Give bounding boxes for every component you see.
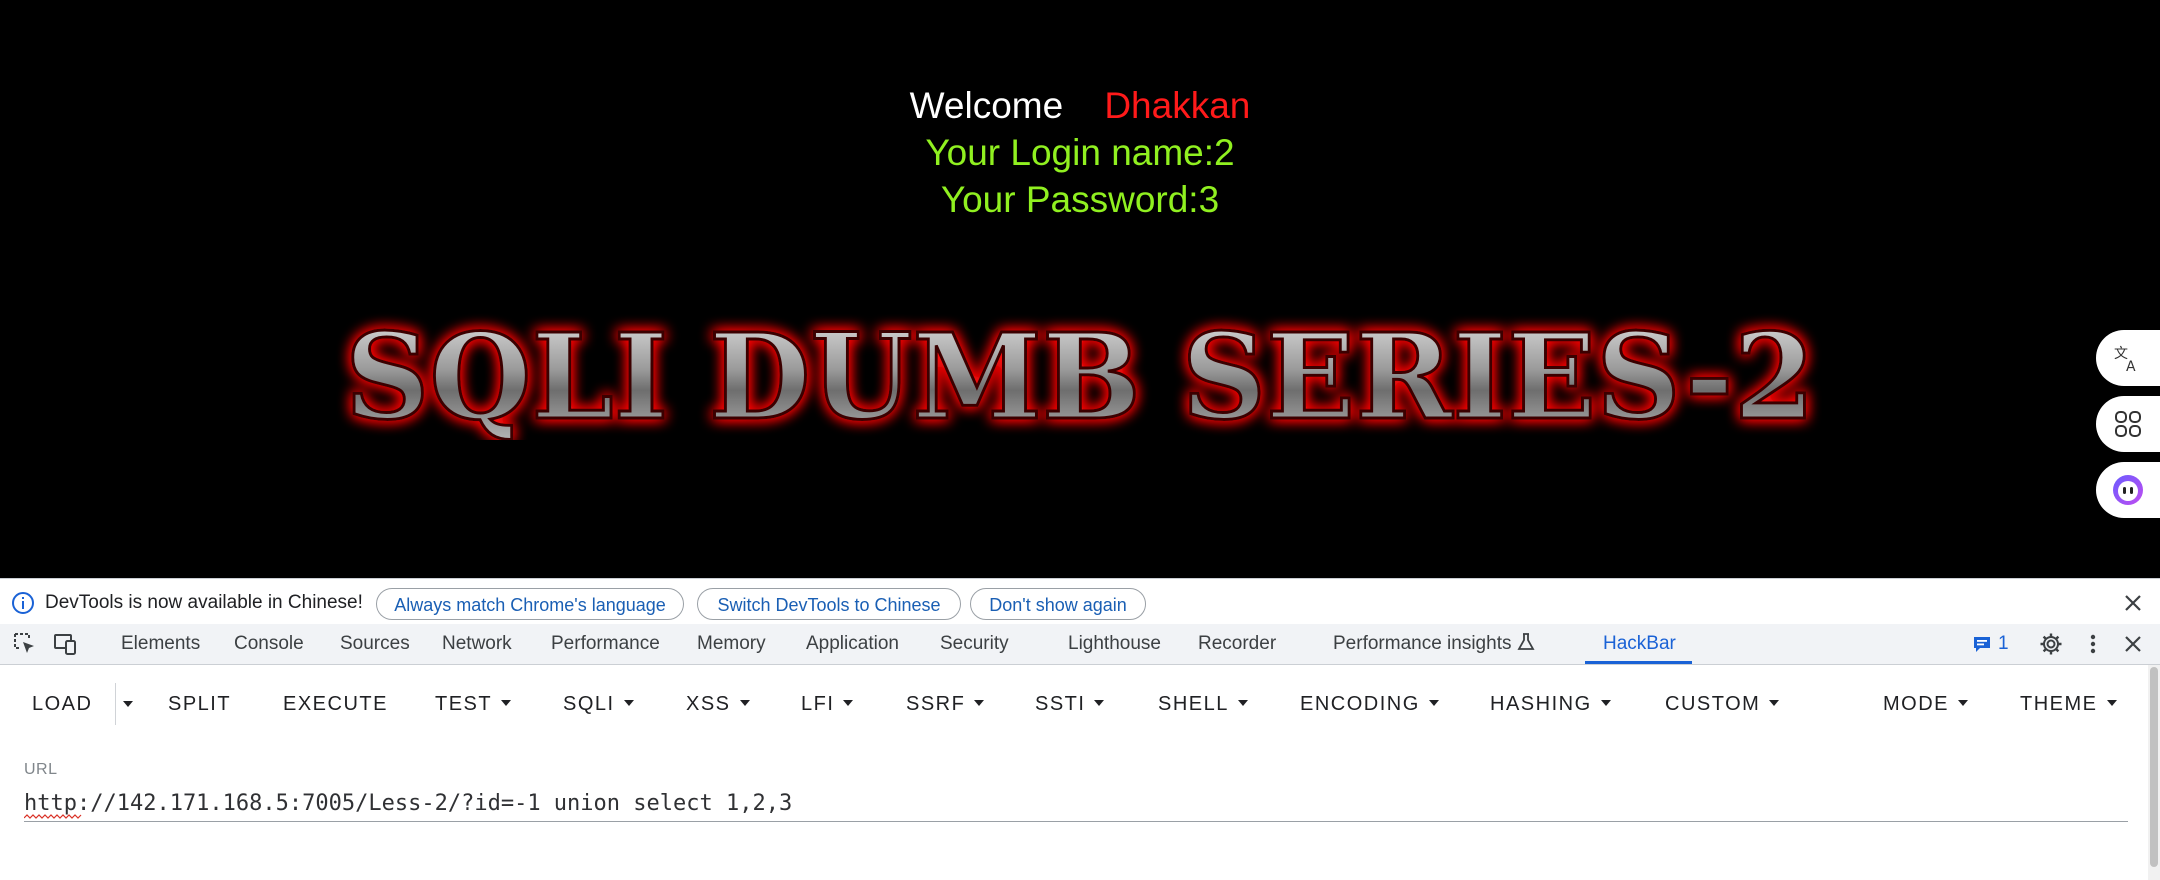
tab-recorder[interactable]: Recorder [1198,624,1276,664]
ssrf-menu-label: SSRF [906,693,966,715]
welcome-word: Welcome [909,85,1064,126]
sqli-menu-button[interactable]: SQLI [563,689,634,719]
web-page: Welcome Dhakkan Your Login name:2 Your P… [0,0,2160,578]
spellcheck-underline [24,814,82,819]
device-toolbar-icon[interactable] [52,631,78,657]
tab-elements[interactable]: Elements [121,624,200,664]
hackbar-panel: LOAD SPLIT EXECUTE TEST SQLI XSS LFI SSR… [0,665,2160,880]
chevron-down-icon [843,699,854,706]
sqli-dumb-series-banner: SQLI DUMB SERIES-2 [344,310,1817,440]
tab-lighthouse[interactable]: Lighthouse [1068,624,1161,664]
custom-menu-button[interactable]: CUSTOM [1665,689,1780,719]
load-button[interactable]: LOAD [32,689,92,719]
devtools-tab-bar: Elements Console Sources Network Perform… [0,624,2160,665]
tab-console[interactable]: Console [234,624,304,664]
infobar-message: DevTools is now available in Chinese! [45,592,363,613]
lfi-menu-label: LFI [801,693,835,715]
welcome-line: Welcome Dhakkan [0,84,2160,128]
test-menu-button[interactable]: TEST [435,689,512,719]
chevron-down-icon [2106,699,2117,706]
apps-icon [2115,411,2141,437]
dont-show-again-button[interactable]: Don't show again [970,588,1146,620]
test-menu-label: TEST [435,693,493,715]
issues-count: 1 [1998,633,2009,654]
url-input[interactable] [24,785,2128,822]
svg-text:A: A [2126,359,2136,375]
custom-menu-label: CUSTOM [1665,693,1761,715]
chevron-down-icon [623,699,634,706]
devtools-language-infobar: DevTools is now available in Chinese! Al… [0,578,2160,626]
banner-text: SQLI DUMB SERIES-2 [345,310,1815,440]
apps-button[interactable] [2096,396,2160,452]
encoding-menu-label: ENCODING [1300,693,1420,715]
tab-performance-insights-label: Performance insights [1333,633,1512,654]
chevron-down-icon [1769,699,1780,706]
tab-performance[interactable]: Performance [551,624,660,664]
tab-network[interactable]: Network [442,624,512,664]
ssti-menu-label: SSTI [1035,693,1086,715]
tab-performance-insights[interactable]: Performance insights [1333,624,1535,664]
chevron-down-icon [974,699,985,706]
theme-menu-button[interactable]: THEME [2020,689,2117,719]
scrollbar-thumb[interactable] [2150,667,2158,867]
info-icon [12,592,34,614]
issues-counter[interactable]: 1 [1972,632,2009,656]
login-name-text: Your Login name:2 [925,132,1235,173]
password-text: Your Password:3 [940,179,1220,220]
issues-icon [1974,637,1990,652]
chevron-down-icon [1237,699,1248,706]
lfi-menu-button[interactable]: LFI [801,689,854,719]
encoding-menu-button[interactable]: ENCODING [1300,689,1439,719]
xss-menu-label: XSS [686,693,731,715]
always-match-language-button[interactable]: Always match Chrome's language [376,588,684,620]
experiment-flask-icon [1517,633,1535,650]
hashing-menu-label: HASHING [1490,693,1592,715]
assistant-button[interactable] [2096,462,2160,518]
ssrf-menu-button[interactable]: SSRF [906,689,985,719]
tab-security[interactable]: Security [940,624,1009,664]
ssti-menu-button[interactable]: SSTI [1035,689,1105,719]
tab-sources[interactable]: Sources [340,624,410,664]
shell-menu-button[interactable]: SHELL [1158,689,1248,719]
tab-application[interactable]: Application [806,624,899,664]
translate-icon: 文A [2114,346,2136,375]
switch-to-chinese-button[interactable]: Switch DevTools to Chinese [697,588,961,620]
chevron-down-icon [501,699,512,706]
mode-menu-button[interactable]: MODE [1883,689,1968,719]
tab-hackbar[interactable]: HackBar [1603,624,1676,664]
sqli-menu-label: SQLI [563,693,615,715]
close-icon[interactable] [2120,590,2146,616]
tab-memory[interactable]: Memory [697,624,766,664]
close-devtools-icon[interactable] [2121,632,2145,656]
more-options-icon[interactable] [2083,632,2103,656]
execute-button[interactable]: EXECUTE [283,689,388,719]
url-label: URL [24,761,58,778]
hackbar-scrollbar[interactable] [2148,665,2160,880]
load-dropdown-icon[interactable] [123,689,133,719]
hashing-menu-button[interactable]: HASHING [1490,689,1611,719]
mode-menu-label: MODE [1883,693,1949,715]
welcome-name: Dhakkan [1104,85,1251,126]
chevron-down-icon [1094,699,1105,706]
shell-menu-label: SHELL [1158,693,1229,715]
xss-menu-button[interactable]: XSS [686,689,750,719]
chevron-down-icon [1428,699,1439,706]
split-button[interactable]: SPLIT [168,689,231,719]
assistant-icon [2113,475,2143,505]
inspect-element-icon[interactable] [12,631,38,657]
chevron-down-icon [739,699,750,706]
active-tab-indicator [1585,661,1692,664]
chevron-down-icon [1600,699,1611,706]
translate-button[interactable]: 文A [2096,330,2160,386]
load-divider [115,683,116,725]
devtools-panel: DevTools is now available in Chinese! Al… [0,578,2160,880]
theme-menu-label: THEME [2020,693,2098,715]
settings-gear-icon[interactable] [2039,632,2063,656]
chevron-down-icon [1958,699,1968,706]
